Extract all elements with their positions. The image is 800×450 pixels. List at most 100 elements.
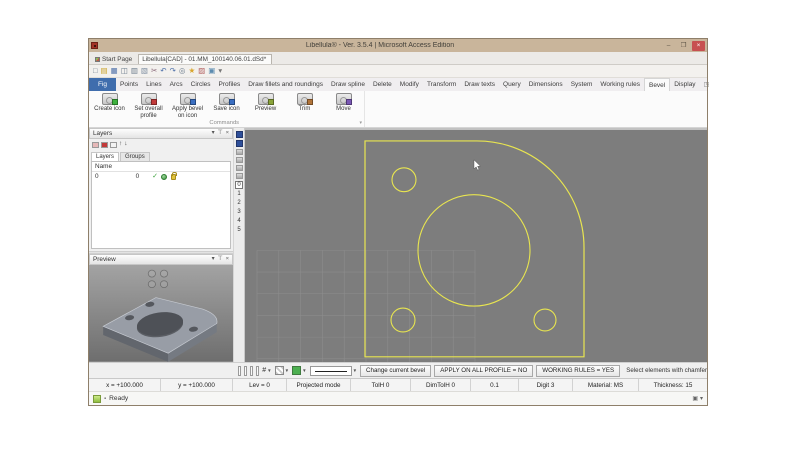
ribbon-tab-bevel[interactable]: Bevel	[644, 78, 670, 91]
command-preview[interactable]: Preview	[247, 92, 284, 119]
file-menu-button[interactable]: Fig	[89, 78, 116, 91]
delete-layer-icon[interactable]	[101, 142, 108, 148]
select-tool-icon[interactable]	[236, 173, 243, 179]
layers-close-icon[interactable]: ×	[226, 131, 229, 137]
level-number[interactable]: 5	[237, 227, 240, 234]
change-current-bevel-button[interactable]: Change current bevel	[360, 365, 431, 377]
tab-groups[interactable]: Groups	[120, 152, 150, 161]
move-layer-down-icon[interactable]: ↓	[124, 141, 127, 148]
preview-3d-view[interactable]	[89, 265, 233, 362]
preview-close-icon[interactable]: ×	[226, 257, 229, 263]
ribbon-tab-draw-spline[interactable]: Draw spline	[327, 78, 369, 91]
copy-icon[interactable]: ▧	[141, 67, 148, 75]
tab-start-page[interactable]: Start Page	[92, 55, 137, 64]
ribbon-tab-dimensions[interactable]: Dimensions	[525, 78, 567, 91]
layer-status-icon[interactable]	[161, 174, 167, 180]
preview-menu-icon[interactable]: ▾	[212, 257, 215, 263]
bevel-option-button[interactable]	[238, 366, 241, 376]
layer-lock-icon[interactable]	[171, 174, 176, 180]
undo-icon[interactable]: ↶	[160, 67, 166, 75]
start-page-label: Start Page	[102, 56, 132, 63]
new-layer-icon[interactable]	[92, 142, 99, 148]
zoom-tool-icon[interactable]	[236, 165, 243, 171]
open-folder-icon[interactable]: ▤	[101, 67, 108, 75]
ribbon-tab-transform[interactable]: Transform	[423, 78, 460, 91]
ribbon-minimize-icon[interactable]: ◳	[700, 78, 714, 91]
import-icon[interactable]: ◫	[121, 67, 128, 75]
current-level-box[interactable]: 0	[235, 181, 243, 189]
pan-tool-icon[interactable]	[236, 157, 243, 163]
ribbon-tab-arcs[interactable]: Arcs	[166, 78, 187, 91]
grid-icon[interactable]: ▣	[208, 67, 215, 75]
ribbon-tab-delete[interactable]: Delete	[369, 78, 396, 91]
chevron-down-icon[interactable]: ▾	[700, 395, 703, 402]
apply-on-all-profile-button[interactable]: APPLY ON ALL PROFILE = NO	[434, 365, 533, 377]
command-create-icon[interactable]: Create icon	[91, 92, 128, 119]
bevel-option-button[interactable]	[256, 366, 259, 376]
group-dialog-launcher-icon[interactable]: ▾	[359, 120, 364, 126]
prompt-text: Select elements with chamfer	[626, 367, 707, 374]
chevron-down-icon: ▼	[302, 368, 306, 373]
blue-swatch-icon[interactable]	[236, 140, 243, 147]
tab-document[interactable]: Libellula[CAD] - 01.MM_100140.06.01.dSd*	[138, 54, 272, 64]
command-save-icon[interactable]: Save icon	[208, 92, 245, 119]
command-label: Move	[336, 106, 351, 113]
level-number[interactable]: 2	[237, 200, 240, 207]
title-bar[interactable]: Libellula® - Ver. 3.5.4 | Microsoft Acce…	[89, 39, 707, 52]
orbit-tool-icon[interactable]	[236, 149, 243, 155]
layers-tab-bar: Layers Groups	[89, 150, 233, 161]
zoom-icon[interactable]: ◎	[179, 67, 186, 75]
redo-icon[interactable]: ↷	[170, 67, 176, 75]
command-label: Trim	[299, 106, 311, 113]
hatch-number-dropdown[interactable]: # ▼	[262, 367, 271, 374]
blue-swatch-icon[interactable]	[236, 131, 243, 138]
save-icon[interactable]: ▦	[111, 67, 118, 75]
command-apply-bevel-on-icon[interactable]: Apply bevel on icon	[169, 92, 206, 119]
close-button[interactable]: ×	[692, 41, 705, 51]
ribbon-tab-working-rules[interactable]: Working rules	[596, 78, 644, 91]
drawing-canvas[interactable]	[245, 128, 707, 362]
layer-row[interactable]: 0 0 ✓	[92, 172, 230, 181]
ribbon-tab-lines[interactable]: Lines	[142, 78, 166, 91]
color-dropdown[interactable]: ▼	[292, 366, 306, 375]
ribbon-tab-circles[interactable]: Circles	[187, 78, 215, 91]
ribbon-tab-display[interactable]: Display	[670, 78, 699, 91]
command-move[interactable]: Move	[325, 92, 362, 119]
command-trim[interactable]: Trim	[286, 92, 323, 119]
edit-layer-icon[interactable]	[110, 142, 117, 148]
level-number[interactable]: 1	[237, 191, 240, 198]
ribbon-tab-system[interactable]: System	[567, 78, 597, 91]
pattern-dropdown[interactable]: ▼	[275, 366, 289, 375]
layers-pin-icon[interactable]: ⊤	[218, 131, 223, 137]
new-document-icon[interactable]: □	[93, 67, 98, 75]
minimize-button[interactable]: –	[662, 41, 675, 51]
move-layer-up-icon[interactable]: ↑	[119, 141, 122, 148]
working-rules-button[interactable]: WORKING RULES = YES	[536, 365, 620, 377]
linestyle-dropdown[interactable]: ▼	[310, 366, 357, 376]
bevel-option-button[interactable]	[244, 366, 247, 376]
ribbon-tab-draw-texts[interactable]: Draw texts	[460, 78, 499, 91]
layout-toggle-icon[interactable]: ▣	[692, 395, 698, 402]
ribbon-tab-points[interactable]: Points	[116, 78, 142, 91]
ribbon-tab-profiles[interactable]: Profiles	[215, 78, 245, 91]
export-icon[interactable]: ▥	[131, 67, 138, 75]
bevel-option-button[interactable]	[250, 366, 253, 376]
ribbon-tab-draw-fillets-and-roundings[interactable]: Draw fillets and roundings	[244, 78, 327, 91]
more-tools-icon[interactable]: ▾	[218, 67, 222, 75]
level-number[interactable]: 4	[237, 218, 240, 225]
layers-menu-icon[interactable]: ▾	[212, 131, 215, 137]
app-logo-icon	[91, 42, 98, 49]
preview-pin-icon[interactable]: ⊤	[218, 257, 223, 263]
fill-color-icon[interactable]: ▨	[198, 67, 205, 75]
restore-button[interactable]: ❐	[677, 41, 690, 51]
level-number[interactable]: 3	[237, 209, 240, 216]
ribbon-tab-modify[interactable]: Modify	[396, 78, 423, 91]
command-label: Save icon	[213, 106, 239, 113]
ribbon-tab-query[interactable]: Query	[499, 78, 525, 91]
cut-icon[interactable]: ✂	[151, 67, 157, 75]
highlight-icon[interactable]: ★	[188, 67, 195, 75]
tab-layers[interactable]: Layers	[91, 152, 119, 161]
command-set-overall-profile[interactable]: Set overall profile	[130, 92, 167, 119]
chevron-down-icon: ▼	[285, 368, 289, 373]
layer-visible-check-icon[interactable]: ✓	[152, 173, 158, 180]
